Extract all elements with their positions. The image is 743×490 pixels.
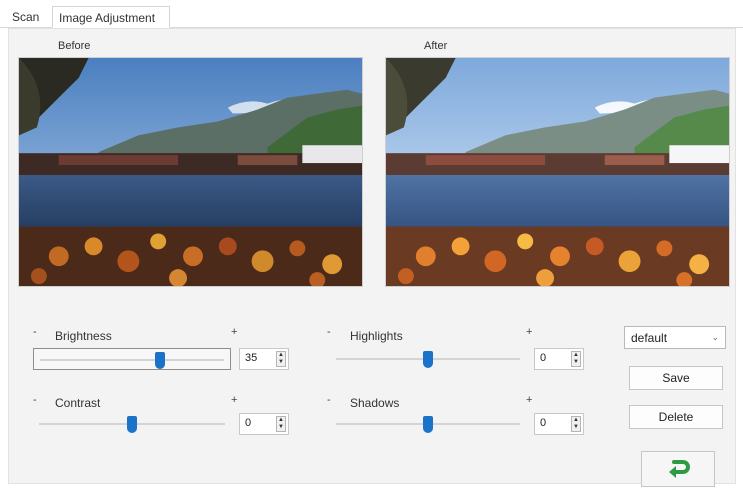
highlights-slider-thumb[interactable] [423, 351, 433, 368]
brightness-spinbox[interactable]: 35 ▲ ▼ [239, 348, 289, 370]
contrast-minus-label: - [33, 394, 37, 406]
brightness-slider[interactable] [33, 348, 231, 370]
contrast-label: Contrast [55, 396, 101, 410]
highlights-label: Highlights [350, 329, 403, 343]
contrast-slider-thumb[interactable] [127, 416, 137, 433]
brightness-minus-label: - [33, 326, 37, 338]
save-button[interactable]: Save [629, 366, 723, 390]
contrast-slider[interactable] [33, 413, 231, 435]
spin-up-icon[interactable]: ▲ [572, 417, 580, 424]
brightness-slider-track [40, 359, 224, 361]
shadows-minus-label: - [327, 394, 331, 406]
shadows-plus-label: + [526, 394, 533, 406]
spin-up-icon[interactable]: ▲ [277, 417, 285, 424]
preset-select[interactable]: default ⌄ [624, 326, 726, 349]
contrast-value[interactable]: 0 [245, 417, 251, 429]
brightness-plus-label: + [231, 326, 238, 338]
apply-button[interactable] [641, 451, 715, 487]
delete-button[interactable]: Delete [629, 405, 723, 429]
apply-arrow-icon [669, 460, 690, 478]
shadows-spin-buttons: ▲ ▼ [571, 416, 581, 432]
highlights-plus-label: + [526, 326, 533, 338]
highlights-spin-buttons: ▲ ▼ [571, 351, 581, 367]
shadows-slider-thumb[interactable] [423, 416, 433, 433]
highlights-spinbox[interactable]: 0 ▲ ▼ [534, 348, 584, 370]
shadows-slider[interactable] [330, 413, 526, 435]
before-preview-image [18, 57, 363, 287]
tab-image-adjustment[interactable]: Image Adjustment [52, 6, 170, 28]
after-label: After [424, 40, 448, 52]
spin-down-icon[interactable]: ▼ [277, 359, 285, 366]
preset-select-value[interactable]: default [631, 331, 667, 345]
highlights-slider[interactable] [330, 348, 526, 370]
spin-down-icon[interactable]: ▼ [572, 424, 580, 431]
after-preview-image [385, 57, 730, 287]
chevron-down-icon[interactable]: ⌄ [711, 332, 719, 343]
tab-bar: Scan Image Adjustment [0, 6, 743, 28]
highlights-value[interactable]: 0 [540, 352, 546, 364]
contrast-spinbox[interactable]: 0 ▲ ▼ [239, 413, 289, 435]
brightness-slider-thumb[interactable] [154, 352, 165, 369]
spin-up-icon[interactable]: ▲ [572, 352, 580, 359]
spin-up-icon[interactable]: ▲ [277, 352, 285, 359]
contrast-plus-label: + [231, 394, 238, 406]
spin-down-icon[interactable]: ▼ [572, 359, 580, 366]
before-label: Before [58, 40, 91, 52]
shadows-value[interactable]: 0 [540, 417, 546, 429]
tab-scan[interactable]: Scan [6, 6, 45, 28]
highlights-minus-label: - [327, 326, 331, 338]
contrast-spin-buttons: ▲ ▼ [276, 416, 286, 432]
shadows-label: Shadows [350, 396, 400, 410]
brightness-spin-buttons: ▲ ▼ [276, 351, 286, 367]
brightness-label: Brightness [55, 329, 112, 343]
shadows-spinbox[interactable]: 0 ▲ ▼ [534, 413, 584, 435]
brightness-value[interactable]: 35 [245, 352, 257, 364]
spin-down-icon[interactable]: ▼ [277, 424, 285, 431]
